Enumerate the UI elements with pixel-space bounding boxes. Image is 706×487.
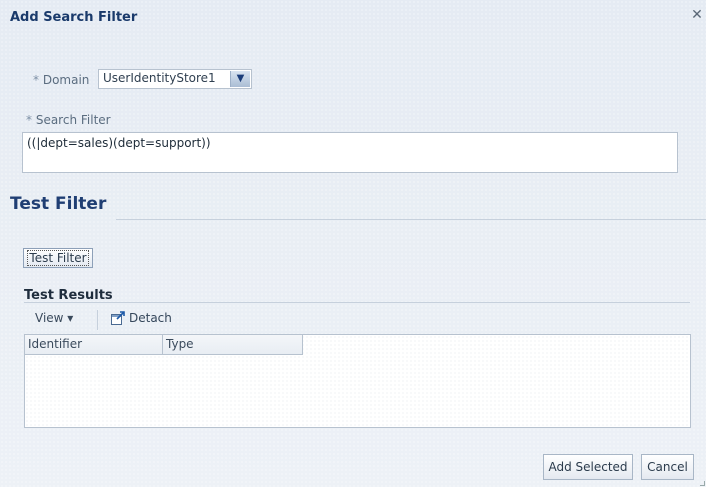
toolbar-separator: [97, 310, 98, 330]
test-results-heading: Test Results: [24, 288, 113, 303]
domain-label-group: * Domain: [33, 73, 89, 87]
dialog-title: Add Search Filter: [10, 10, 138, 25]
detach-icon[interactable]: [110, 310, 126, 326]
required-marker: *: [33, 73, 39, 87]
section-divider: [116, 219, 706, 220]
results-table: Identifier Type: [24, 334, 691, 428]
close-icon[interactable]: ✕: [690, 8, 704, 22]
view-menu[interactable]: View ▾: [35, 311, 73, 325]
required-marker: *: [26, 113, 32, 127]
chevron-down-icon[interactable]: ▼: [230, 71, 250, 87]
add-selected-button[interactable]: Add Selected: [543, 454, 633, 480]
test-filter-heading: Test Filter: [10, 194, 107, 214]
results-divider: [24, 302, 690, 303]
search-filter-label-group: * Search Filter: [26, 113, 111, 127]
domain-value: UserIdentityStore1: [103, 71, 216, 85]
search-filter-input[interactable]: ((|dept=sales)(dept=support)): [22, 132, 678, 173]
test-filter-button[interactable]: Test Filter: [23, 248, 93, 268]
table-header: Identifier Type: [25, 335, 303, 355]
domain-select[interactable]: UserIdentityStore1 ▼: [98, 69, 252, 89]
column-header-type[interactable]: Type: [163, 335, 303, 354]
column-header-identifier[interactable]: Identifier: [25, 335, 163, 354]
cancel-button[interactable]: Cancel: [641, 454, 694, 480]
search-filter-label: Search Filter: [35, 113, 111, 127]
domain-label: Domain: [42, 73, 90, 87]
test-filter-button-label: Test Filter: [27, 250, 89, 266]
detach-button[interactable]: Detach: [129, 311, 172, 325]
resize-grip-icon[interactable]: [700, 481, 705, 486]
